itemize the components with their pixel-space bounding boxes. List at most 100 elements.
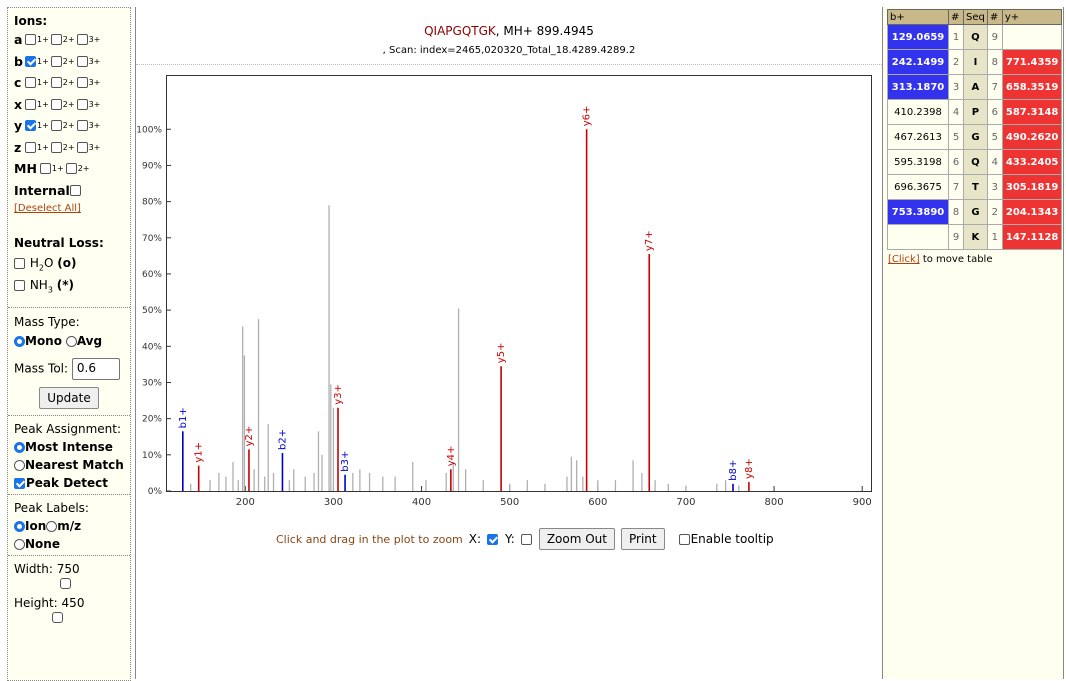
- mz-radio[interactable]: [46, 520, 58, 532]
- ion-charge-label: 3+: [88, 142, 101, 152]
- y-index-cell: 5: [986, 124, 1003, 150]
- none-radio[interactable]: [14, 538, 25, 550]
- ion-label-a: a: [14, 32, 23, 48]
- peak-labels-section: Peak Labels: Ion m/z None: [8, 495, 130, 556]
- b-ion-cell: 410.2398: [887, 99, 949, 125]
- ion-radio[interactable]: [14, 520, 25, 532]
- ion-c-1-checkbox[interactable]: [25, 77, 36, 89]
- y-tick-label: 70%: [142, 234, 162, 244]
- plot-controls: Click and drag in the plot to zoom X: Y:…: [276, 528, 774, 550]
- table-row: 313.1870 3 A 7 658.3519: [887, 74, 1063, 100]
- spectrum-plot[interactable]: 0% 10% 20% 30% 40% 50% 60% 70% 80% 90% 100% b1+ y1+ y…: [136, 75, 878, 515]
- table-row: 753.3890 8 G 2 204.1343: [887, 199, 1063, 225]
- update-button[interactable]: Update: [39, 386, 99, 409]
- b-ion-cell: 467.2613: [887, 124, 949, 150]
- height-row: Height: 450: [14, 596, 124, 610]
- y-ion-cell: 305.1819: [1001, 174, 1063, 200]
- neutral-loss-heading: Neutral Loss:: [14, 236, 104, 250]
- ion-charge-label: 3+: [88, 56, 101, 66]
- peak-detect-checkbox[interactable]: [14, 477, 25, 489]
- mass-tol-row: Mass Tol: 0.6: [14, 357, 124, 380]
- deselect-all-link[interactable]: [Deselect All]: [14, 203, 124, 214]
- move-table-text: to move table: [919, 254, 993, 265]
- ion-b-1-checkbox[interactable]: [25, 55, 36, 67]
- y-index-cell: 6: [986, 99, 1003, 125]
- ion-b-2-checkbox[interactable]: [50, 55, 62, 67]
- ion-y-1-checkbox[interactable]: [25, 120, 36, 132]
- move-table-link[interactable]: [Click]: [888, 254, 920, 265]
- ion-b-3-checkbox[interactable]: [76, 55, 88, 67]
- most-intense-radio[interactable]: [14, 441, 25, 453]
- ion-x-2-checkbox[interactable]: [50, 98, 62, 110]
- zoom-out-button[interactable]: Zoom Out: [538, 528, 615, 550]
- internal-label: Internal: [14, 182, 70, 198]
- y-index-cell: 7: [986, 74, 1003, 100]
- y-tick-label: 10%: [142, 451, 162, 461]
- y-tick-label: 100%: [136, 125, 162, 135]
- peak-labels-heading: Peak Labels:: [14, 500, 89, 515]
- height-slider-handle[interactable]: [52, 611, 63, 623]
- ion-charge-label: 2+: [62, 99, 75, 109]
- x-tick-label: 200: [236, 497, 255, 508]
- zoom-y-checkbox[interactable]: [520, 533, 532, 545]
- zoom-x-label: X:: [468, 532, 482, 546]
- fragment-table: b+ # Seq # y+ 129.0659 1 Q 9 242.1499 2 I 8 771.4359…: [887, 9, 1063, 250]
- y-tick-label: 20%: [142, 415, 162, 425]
- ion-row-a: a 1+ 2+ 3+: [14, 29, 124, 51]
- zoom-x-checkbox[interactable]: [487, 533, 499, 545]
- ion-a-1-checkbox[interactable]: [25, 34, 36, 46]
- scan-info: , Scan: index=2465,020320_Total_18.4289.…: [382, 45, 636, 56]
- residue-cell: G: [963, 124, 988, 150]
- y-tick-label: 50%: [142, 306, 162, 316]
- mh-1-checkbox[interactable]: [39, 163, 51, 175]
- zoom-y-label: Y:: [505, 532, 515, 546]
- h2o-checkbox[interactable]: [14, 258, 25, 269]
- residue-cell: A: [963, 74, 988, 100]
- ion-z-2-checkbox[interactable]: [50, 141, 62, 153]
- ion-y-2-checkbox[interactable]: [50, 120, 62, 132]
- peptide-mh: , MH+ 899.4945: [495, 24, 594, 38]
- ion-label-c: c: [14, 75, 22, 91]
- peak-label: y3+: [333, 384, 344, 405]
- ion-x-3-checkbox[interactable]: [76, 98, 88, 110]
- mh-2-checkbox[interactable]: [65, 163, 77, 175]
- ion-x-1-checkbox[interactable]: [25, 98, 36, 110]
- y-ion-cell: 587.3148: [1001, 99, 1063, 125]
- mono-radio[interactable]: [14, 335, 25, 347]
- ion-charge-label: 1+: [37, 35, 49, 45]
- peak-label: y2+: [244, 426, 255, 447]
- b-index-cell: 8: [948, 199, 964, 225]
- avg-radio[interactable]: [65, 335, 77, 347]
- internal-checkbox[interactable]: [69, 184, 81, 196]
- options-panel: Ions: a 1+ 2+ 3+ b 1+ 2+ 3+ c 1+ 2+ 3+ x 1+ 2+ 3+ y 1+ 2+ 3…: [7, 7, 131, 681]
- ion-a-3-checkbox[interactable]: [76, 34, 88, 46]
- ion-c-3-checkbox[interactable]: [76, 77, 88, 89]
- table-row: 410.2398 4 P 6 587.3148: [887, 99, 1063, 125]
- ion-z-1-checkbox[interactable]: [25, 141, 36, 153]
- peak-label: b3+: [340, 451, 351, 472]
- residue-cell: I: [963, 49, 988, 75]
- mh-row: MH 1 + 2 +: [14, 158, 124, 180]
- ion-z-3-checkbox[interactable]: [76, 141, 88, 153]
- nh3-symbol: (*): [56, 278, 74, 293]
- height-label: Height:: [14, 595, 58, 610]
- peak-label: y8+: [744, 458, 755, 479]
- peak-label: b8+: [728, 460, 739, 481]
- x-tick-label: 500: [500, 497, 519, 508]
- residue-cell: P: [963, 99, 988, 125]
- tooltip-checkbox[interactable]: [678, 534, 690, 545]
- mass-tol-input[interactable]: 0.6: [71, 357, 120, 380]
- table-header: #: [986, 9, 1003, 25]
- ion-y-3-checkbox[interactable]: [76, 120, 88, 132]
- print-button[interactable]: Print: [620, 528, 665, 550]
- width-slider-handle[interactable]: [60, 577, 71, 589]
- ion-c-2-checkbox[interactable]: [50, 77, 62, 89]
- nearest-match-radio[interactable]: [14, 459, 25, 471]
- ion-a-2-checkbox[interactable]: [50, 34, 62, 46]
- table-header: y+: [1001, 9, 1063, 25]
- b-index-cell: 9: [948, 224, 964, 250]
- table-header: Seq: [963, 9, 988, 25]
- table-row: 9 K 1 147.1128: [887, 224, 1063, 250]
- b-index-cell: 5: [948, 124, 964, 150]
- nh3-checkbox[interactable]: [14, 280, 25, 292]
